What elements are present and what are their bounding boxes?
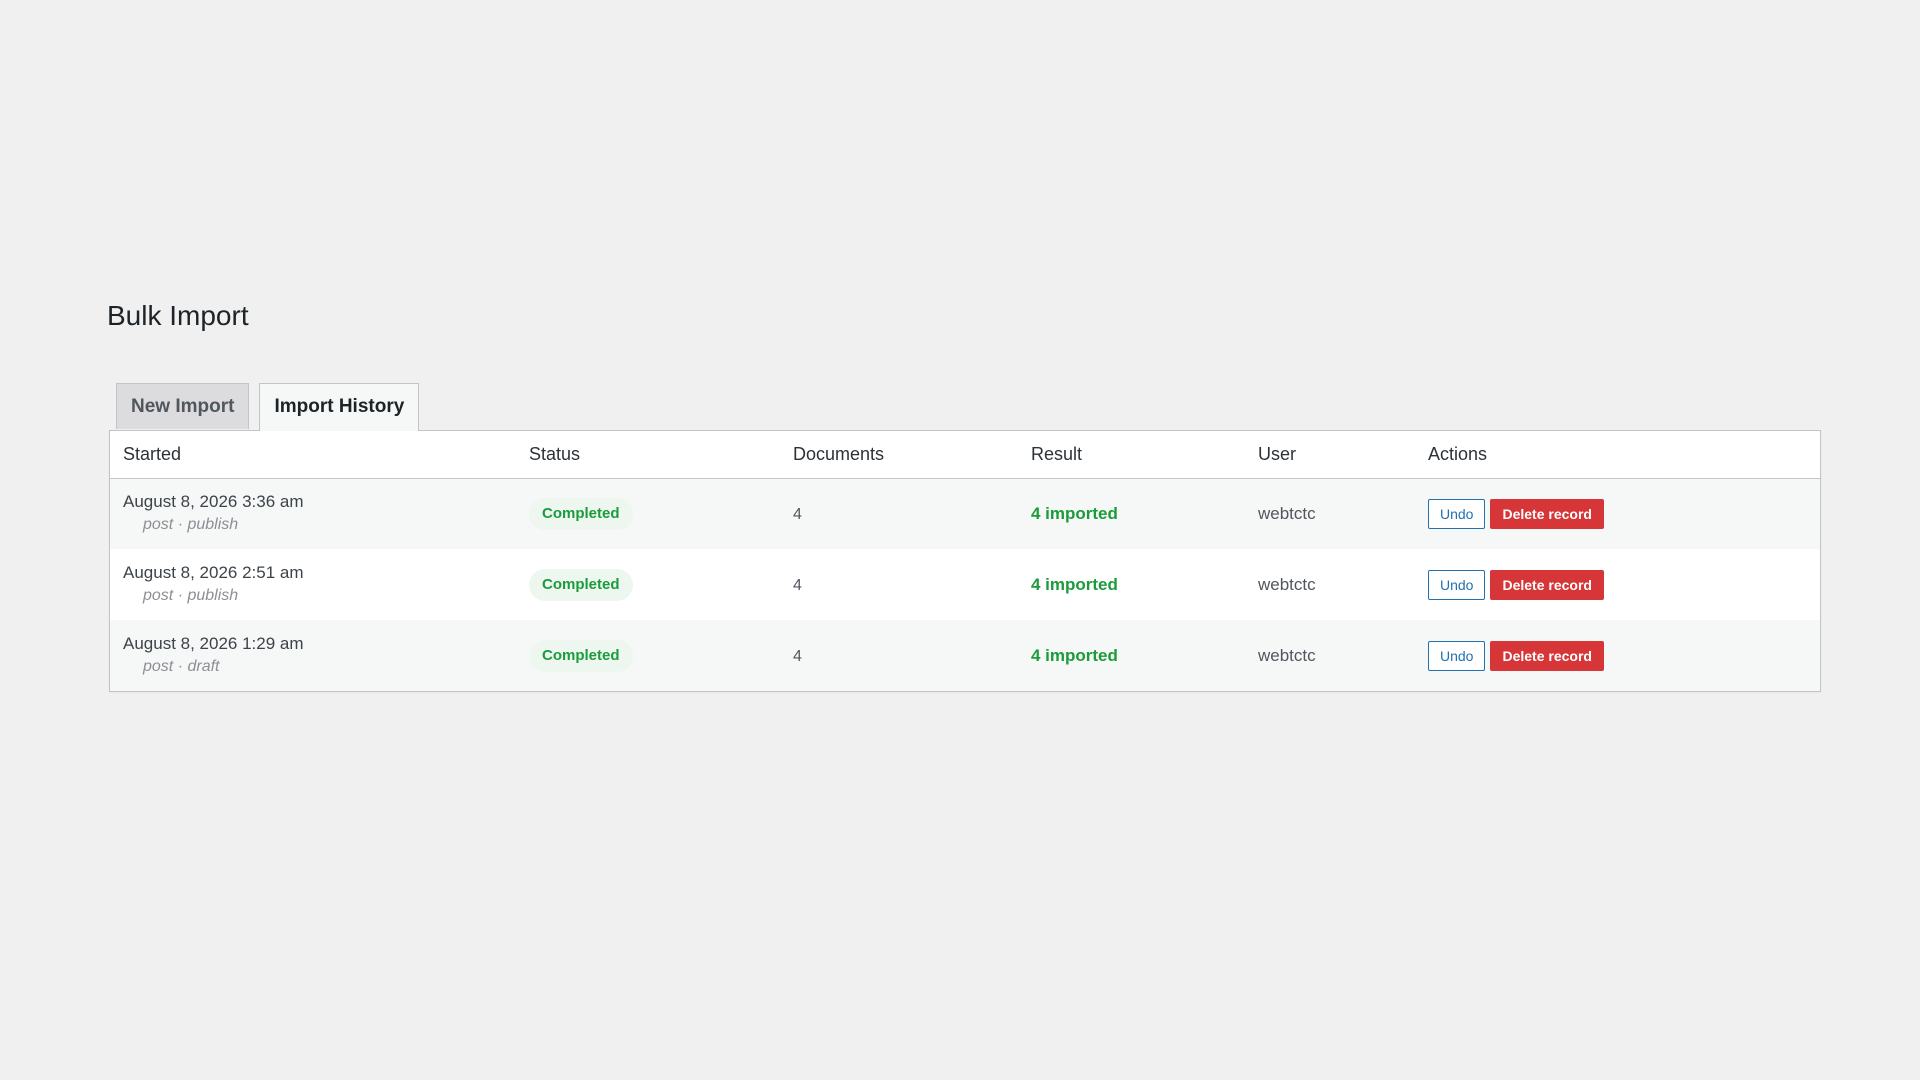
table-row: August 8, 2026 2:51 am post · publish Co… bbox=[110, 549, 1820, 620]
column-header-status: Status bbox=[516, 431, 780, 479]
column-header-started: Started bbox=[110, 431, 516, 479]
table-row: August 8, 2026 3:36 am post · publish Co… bbox=[110, 478, 1820, 549]
page: Bulk Import New Import Import History St… bbox=[0, 0, 1920, 1080]
cell-user: webtctc bbox=[1245, 549, 1415, 620]
started-date: August 8, 2026 1:29 am bbox=[123, 633, 304, 653]
column-header-actions: Actions bbox=[1415, 431, 1820, 479]
delete-record-button[interactable]: Delete record bbox=[1490, 640, 1604, 671]
status-badge: Completed bbox=[529, 639, 633, 672]
documents-count: 4 bbox=[793, 576, 802, 594]
cell-status: Completed bbox=[516, 478, 780, 549]
cell-status: Completed bbox=[516, 620, 780, 691]
result-text: 4 imported bbox=[1031, 574, 1118, 594]
status-badge: Completed bbox=[529, 568, 633, 601]
column-header-documents: Documents bbox=[780, 431, 1018, 479]
status-badge: Completed bbox=[529, 497, 633, 530]
row-actions: Undo Delete record bbox=[1428, 498, 1820, 529]
table-row: August 8, 2026 1:29 am post · draft Comp… bbox=[110, 620, 1820, 691]
cell-actions: Undo Delete record bbox=[1415, 620, 1820, 691]
cell-started: August 8, 2026 1:29 am post · draft bbox=[110, 620, 516, 691]
result-text: 4 imported bbox=[1031, 645, 1118, 665]
cell-status: Completed bbox=[516, 549, 780, 620]
started-meta: post · draft bbox=[143, 657, 220, 675]
started-meta: post · publish bbox=[143, 586, 239, 604]
cell-started: August 8, 2026 3:36 am post · publish bbox=[110, 478, 516, 549]
cell-user: webtctc bbox=[1245, 478, 1415, 549]
cell-documents: 4 bbox=[780, 478, 1018, 549]
delete-record-button[interactable]: Delete record bbox=[1490, 498, 1604, 529]
cell-documents: 4 bbox=[780, 549, 1018, 620]
column-header-user: User bbox=[1245, 431, 1415, 479]
result-text: 4 imported bbox=[1031, 503, 1118, 523]
undo-button[interactable]: Undo bbox=[1428, 569, 1486, 600]
cell-documents: 4 bbox=[780, 620, 1018, 691]
documents-count: 4 bbox=[793, 505, 802, 523]
started-date: August 8, 2026 2:51 am bbox=[123, 562, 304, 582]
delete-record-button[interactable]: Delete record bbox=[1490, 569, 1604, 600]
cell-started: August 8, 2026 2:51 am post · publish bbox=[110, 549, 516, 620]
user-name: webtctc bbox=[1258, 574, 1316, 594]
cell-user: webtctc bbox=[1245, 620, 1415, 691]
row-actions: Undo Delete record bbox=[1428, 569, 1820, 600]
column-header-result: Result bbox=[1018, 431, 1245, 479]
started-date: August 8, 2026 3:36 am bbox=[123, 491, 304, 511]
cell-result: 4 imported bbox=[1018, 620, 1245, 691]
undo-button[interactable]: Undo bbox=[1428, 498, 1486, 529]
tab-import-history[interactable]: Import History bbox=[259, 383, 420, 431]
table-header-row: Started Status Documents Result User Act… bbox=[110, 431, 1820, 479]
cell-result: 4 imported bbox=[1018, 549, 1245, 620]
user-name: webtctc bbox=[1258, 503, 1316, 523]
cell-result: 4 imported bbox=[1018, 478, 1245, 549]
documents-count: 4 bbox=[793, 647, 802, 665]
tab-new-import[interactable]: New Import bbox=[116, 383, 250, 429]
row-actions: Undo Delete record bbox=[1428, 640, 1820, 671]
cell-actions: Undo Delete record bbox=[1415, 549, 1820, 620]
cell-actions: Undo Delete record bbox=[1415, 478, 1820, 549]
undo-button[interactable]: Undo bbox=[1428, 640, 1486, 671]
tab-bar: New Import Import History bbox=[116, 383, 420, 431]
import-history-table: Started Status Documents Result User Act… bbox=[109, 430, 1821, 692]
page-title: Bulk Import bbox=[107, 300, 249, 331]
started-meta: post · publish bbox=[143, 515, 239, 533]
user-name: webtctc bbox=[1258, 645, 1316, 665]
